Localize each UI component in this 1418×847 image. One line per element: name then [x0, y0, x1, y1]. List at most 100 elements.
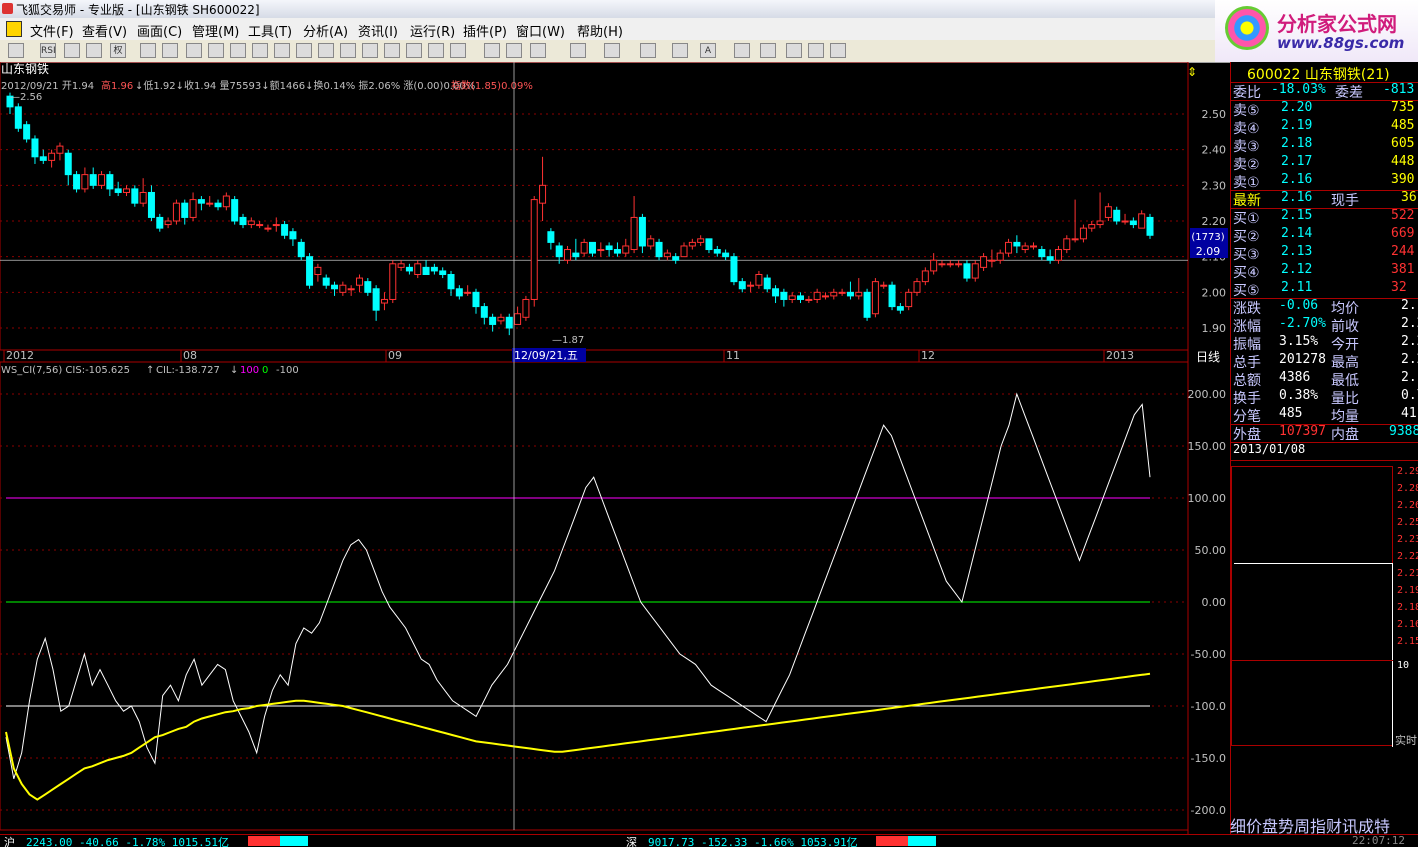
menu-item-5[interactable]: 分析(A) — [303, 21, 348, 40]
last-row: 最新 2.16 现手 36 — [1231, 190, 1418, 209]
cursor-button[interactable] — [450, 43, 466, 58]
bottom-tabs[interactable]: 细价盘势周指财讯成特 — [1230, 813, 1418, 836]
title-bar: 飞狐交易师 - 专业版 - [山东钢铁 SH600022] — [0, 0, 1418, 18]
lock2-button[interactable] — [786, 43, 802, 58]
candle-body — [963, 263, 971, 279]
price-tick-label: 2.50 — [1202, 108, 1227, 121]
menu-item-9[interactable]: 窗口(W) — [516, 21, 565, 40]
min-price-label: —1.87 — [552, 335, 584, 346]
candle-body — [821, 295, 829, 298]
bars-button[interactable] — [530, 43, 546, 58]
candle-body — [597, 249, 605, 252]
menu-item-3[interactable]: 管理(M) — [192, 21, 239, 40]
candle-body — [797, 295, 805, 300]
copy-button[interactable] — [734, 43, 750, 58]
fib-button[interactable] — [570, 43, 586, 58]
mini-vol-label: 10 — [1397, 660, 1410, 671]
candle-body — [114, 188, 122, 193]
trend-button[interactable] — [484, 43, 500, 58]
max-price-label: —2.56 — [10, 92, 42, 103]
window-button[interactable] — [384, 43, 400, 58]
save-button[interactable] — [830, 43, 846, 58]
stat-row-2: 振幅 3.15% 今开 2.2 — [1231, 334, 1418, 353]
gann-button[interactable] — [604, 43, 620, 58]
candle-body — [322, 277, 330, 286]
bid-price: 2.11 — [1281, 280, 1313, 295]
rec-button[interactable] — [140, 43, 156, 58]
ellipse-button[interactable] — [672, 43, 688, 58]
inner-label: 内盘 — [1331, 427, 1359, 443]
rect-button[interactable] — [640, 43, 656, 58]
rights-button[interactable]: 权 — [110, 43, 126, 58]
menu-item-6[interactable]: 资讯(I) — [358, 21, 398, 40]
period-label: 日线 — [1196, 350, 1220, 364]
chart-button[interactable] — [186, 43, 202, 58]
line-button[interactable] — [428, 43, 444, 58]
pen-button[interactable] — [296, 43, 312, 58]
window2-button[interactable] — [406, 43, 422, 58]
realtime-label[interactable]: 实时 — [1395, 732, 1417, 748]
menu-item-8[interactable]: 插件(P) — [463, 21, 507, 40]
menu-item-0[interactable]: 文件(F) — [30, 21, 74, 40]
menu-item-1[interactable]: 查看(V) — [82, 21, 127, 40]
find-button[interactable] — [230, 43, 246, 58]
channel-button[interactable] — [506, 43, 522, 58]
book-button[interactable] — [208, 43, 224, 58]
ind-cil: CIL:-138.727 — [156, 365, 220, 376]
stat-value: 4386 — [1279, 370, 1311, 385]
table2-button[interactable] — [362, 43, 378, 58]
candle-body — [988, 259, 996, 262]
ind-tick-label: 50.00 — [1195, 544, 1227, 557]
stat-label: 总额 — [1233, 373, 1261, 389]
candle-body — [497, 316, 505, 322]
ask-price: 2.17 — [1281, 154, 1313, 169]
candle-body — [464, 291, 472, 294]
last-price: 2.16 — [1281, 190, 1313, 205]
candle-body — [122, 188, 130, 193]
palette-button[interactable] — [808, 43, 824, 58]
stat-label: 涨跌 — [1233, 301, 1261, 317]
candle-body — [1054, 249, 1062, 261]
candle-body — [672, 256, 680, 261]
menu-item-2[interactable]: 画面(C) — [137, 21, 182, 40]
minus-button[interactable] — [86, 43, 102, 58]
candle-body — [89, 174, 97, 186]
chart-area[interactable]: 2.502.402.302.202.102.001.90(1773)2.09山东… — [0, 62, 1230, 834]
ind-tick-label: -100.0 — [1191, 700, 1226, 713]
bell-button[interactable] — [274, 43, 290, 58]
alarm-button[interactable] — [252, 43, 268, 58]
table-button[interactable] — [340, 43, 356, 58]
menu-item-10[interactable]: 帮助(H) — [577, 21, 623, 40]
candle-body — [655, 241, 663, 258]
candle-body — [1071, 238, 1079, 241]
candle-body — [98, 174, 106, 186]
stat-row-1: 涨幅 -2.70% 前收 2.2 — [1231, 316, 1418, 335]
lock-button[interactable] — [162, 43, 178, 58]
candle-body — [281, 224, 289, 236]
plus-button[interactable] — [64, 43, 80, 58]
candle-body — [930, 259, 938, 272]
info-segment-2: ↓低1.92↓收1.94 量75593↓额1466↓换0.14% 振2.06% … — [135, 79, 475, 92]
menu-item-4[interactable]: 工具(T) — [248, 21, 292, 40]
grid-button[interactable] — [318, 43, 334, 58]
stock-name: 山东钢铁 — [1, 62, 49, 76]
ind-tick-label: 0.00 — [1202, 596, 1227, 609]
text-button[interactable]: A — [700, 43, 716, 58]
hand-label: 现手 — [1331, 193, 1359, 209]
wb-value: -18.03% — [1271, 82, 1326, 97]
mini-axis-label: 2.16 — [1397, 619, 1418, 630]
open-button[interactable] — [8, 43, 24, 58]
eraser-button[interactable] — [760, 43, 776, 58]
cursor-date-label: 12/09/21,五 — [514, 349, 578, 362]
menu-item-7[interactable]: 运行(R) — [410, 21, 455, 40]
sh-updown-bar-red — [248, 836, 280, 846]
menu-system-icon[interactable] — [6, 21, 22, 37]
candle-body — [747, 284, 755, 287]
candle-body — [339, 284, 347, 293]
candle-body — [630, 216, 638, 251]
candle-body — [1129, 220, 1137, 226]
candle-body — [214, 202, 222, 208]
rsi-button[interactable]: RSI — [40, 43, 56, 58]
candle-body — [48, 152, 56, 161]
stat-value-2: 2.2 — [1401, 352, 1418, 367]
